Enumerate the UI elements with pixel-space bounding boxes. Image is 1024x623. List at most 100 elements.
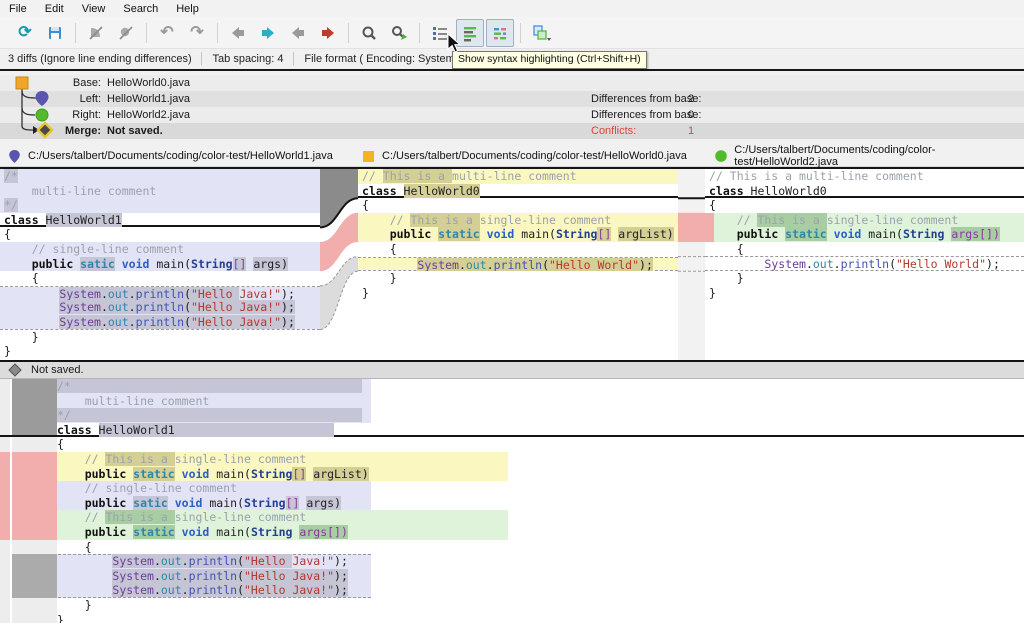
merged-pane-code-line: public static void main(String[] argList… bbox=[0, 467, 1024, 482]
undo-button[interactable]: ↶ bbox=[153, 19, 181, 47]
code-text: // This is a single-line comment bbox=[57, 452, 306, 467]
code-text: { bbox=[57, 437, 64, 452]
code-text: { bbox=[362, 198, 369, 213]
merge-status: Not saved. bbox=[107, 125, 163, 137]
gutter-block bbox=[12, 598, 57, 613]
menu-edit[interactable]: Edit bbox=[36, 2, 73, 16]
conflicts-count: 1 bbox=[688, 125, 694, 137]
next-diff-button[interactable] bbox=[254, 19, 282, 47]
gutter-marker bbox=[0, 437, 10, 452]
save-button[interactable] bbox=[41, 19, 69, 47]
right-pane-code-line: class HelloWorld0 bbox=[705, 184, 1024, 199]
toolbar-separator bbox=[419, 23, 420, 43]
gutter-marker bbox=[0, 613, 10, 623]
summary-row-right: Right: HelloWorld2.java Differences from… bbox=[0, 107, 1024, 123]
syntax-highlighting-icon bbox=[491, 24, 509, 42]
code-text: public static void main(String[] argList… bbox=[57, 467, 369, 482]
line-background bbox=[0, 330, 320, 345]
right-pane-code-line: } bbox=[705, 286, 1024, 301]
merged-pane-code-line: } bbox=[0, 598, 1024, 613]
merge-not-saved-text: Not saved. bbox=[31, 364, 84, 376]
code-text: // This is a multi-line comment bbox=[362, 169, 577, 184]
base-pane-code-line: public static void main(String[] argList… bbox=[358, 227, 678, 242]
code-text: } bbox=[709, 271, 744, 286]
redo-icon: ↷ bbox=[190, 25, 203, 41]
redo-button[interactable]: ↷ bbox=[183, 19, 211, 47]
code-text: */ bbox=[4, 198, 18, 213]
gutter-block bbox=[12, 496, 57, 511]
diff-connector bbox=[320, 169, 358, 360]
code-text: } bbox=[57, 613, 64, 623]
menu-search[interactable]: Search bbox=[114, 2, 167, 16]
merged-pane-code-line: System.out.println("Hello Java!"); bbox=[0, 569, 1024, 584]
tooltip: Show syntax highlighting (Ctrl+Shift+H) bbox=[452, 51, 647, 69]
code-text: // This is a single-line comment bbox=[57, 510, 306, 525]
menu-bar: File Edit View Search Help bbox=[0, 0, 1024, 17]
merged-pane[interactable]: /* multi-line comment*/ class HelloWorld… bbox=[0, 379, 1024, 623]
code-text: /* bbox=[57, 379, 362, 394]
code-text: { bbox=[57, 540, 92, 555]
code-text: } bbox=[362, 271, 397, 286]
merge-status-bar: Not saved. bbox=[0, 360, 1024, 379]
search-next-icon bbox=[390, 24, 408, 42]
code-text: // single-line comment bbox=[4, 242, 184, 257]
gutter-block bbox=[12, 583, 57, 598]
save-icon bbox=[46, 24, 64, 42]
refresh-button[interactable]: ⟳ bbox=[11, 19, 39, 47]
code-text: // This is a multi-line comment bbox=[709, 169, 924, 184]
base-pane-code-line: } bbox=[358, 271, 678, 286]
base-file-header: C:/Users/talbert/Documents/coding/color-… bbox=[362, 146, 687, 166]
toolbar-separator bbox=[348, 23, 349, 43]
code-text: } bbox=[4, 330, 39, 345]
base-pane[interactable]: // This is a multi-line commentclass Hel… bbox=[358, 169, 678, 360]
merge-left-button[interactable] bbox=[82, 19, 110, 47]
merge-right-button[interactable] bbox=[112, 19, 140, 47]
base-filename: HelloWorld0.java bbox=[107, 77, 190, 89]
toolbar-separator bbox=[217, 23, 218, 43]
file-header-row: C:/Users/talbert/Documents/coding/color-… bbox=[0, 146, 1024, 167]
code-text: multi-line comment bbox=[4, 184, 156, 199]
compare-copy-button[interactable] bbox=[527, 19, 555, 47]
base-version-icon bbox=[362, 150, 375, 163]
find-button[interactable] bbox=[355, 19, 383, 47]
gutter-block bbox=[12, 510, 57, 525]
right-diff-count: 0 bbox=[688, 109, 694, 121]
menu-help[interactable]: Help bbox=[167, 2, 208, 16]
line-background bbox=[358, 198, 678, 213]
merge-left-icon bbox=[87, 24, 105, 42]
syntax-highlighting-button[interactable] bbox=[486, 19, 514, 47]
code-text: /* bbox=[4, 169, 18, 184]
previous-conflict-button[interactable] bbox=[284, 19, 312, 47]
code-text: public satic void main(String[] args) bbox=[4, 257, 288, 272]
version-graph bbox=[2, 73, 72, 141]
previous-diff-button[interactable] bbox=[224, 19, 252, 47]
gutter-block bbox=[12, 540, 57, 555]
code-text: { bbox=[362, 242, 397, 257]
left-pane-code-line: { bbox=[0, 227, 320, 242]
summary-panel: Base: HelloWorld0.java Left: HelloWorld1… bbox=[0, 71, 1024, 140]
base-pane-code-line: System.out.println("Hello World"); bbox=[358, 257, 678, 272]
merge-tool-window: File Edit View Search Help ⟳ ↶ ↷ bbox=[0, 0, 1024, 623]
toolbar-separator bbox=[75, 23, 76, 43]
left-pane-code-line: { bbox=[0, 271, 320, 286]
menu-file[interactable]: File bbox=[0, 2, 36, 16]
merged-pane-code-line: class HelloWorld1 bbox=[0, 423, 1024, 438]
line-background bbox=[0, 344, 320, 359]
next-conflict-button[interactable] bbox=[314, 19, 342, 47]
line-background bbox=[53, 613, 1024, 623]
code-text: System.out.println("Hello Java!"); bbox=[57, 554, 348, 569]
line-background bbox=[705, 242, 1024, 256]
gutter-marker bbox=[0, 569, 10, 584]
left-pane[interactable]: /* multi-line comment*/class HelloWorld1… bbox=[0, 169, 320, 360]
gutter-marker bbox=[0, 540, 10, 555]
find-next-button[interactable] bbox=[385, 19, 413, 47]
merged-pane-code-line: // This is a single-line comment bbox=[0, 452, 1024, 467]
overview-strip bbox=[678, 169, 705, 360]
left-pane-code-line: } bbox=[0, 344, 320, 359]
code-text: System.out.println("Hello Java!"); bbox=[57, 569, 348, 584]
menu-view[interactable]: View bbox=[73, 2, 115, 16]
right-pane[interactable]: // This is a multi-line commentclass Hel… bbox=[705, 169, 1024, 360]
code-text: System.out.println("Hello Java!"); bbox=[4, 300, 295, 315]
gutter-block bbox=[12, 569, 57, 584]
line-background bbox=[705, 198, 1024, 213]
